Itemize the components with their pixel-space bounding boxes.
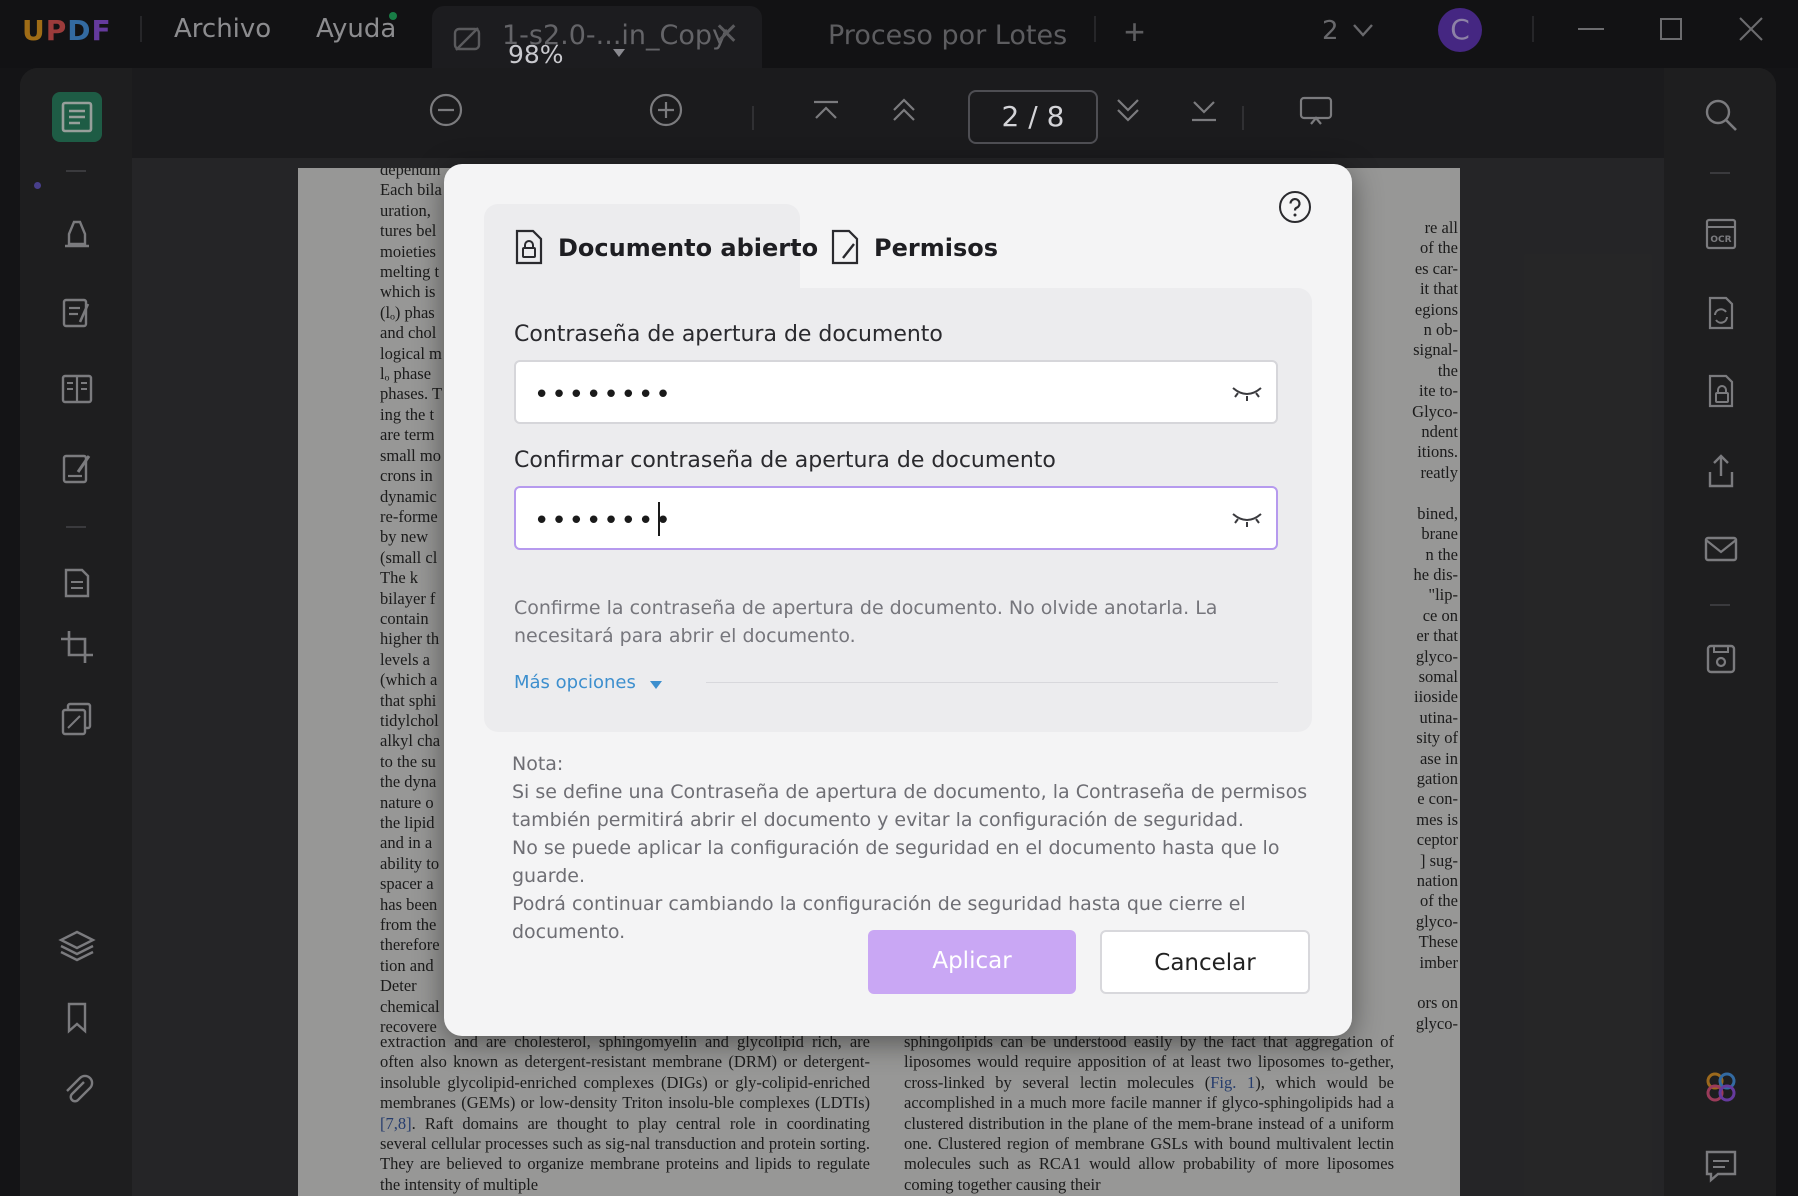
more-options-divider [706,682,1278,683]
eye-closed-icon[interactable] [1230,508,1264,530]
tab-open-document-label: Documento abierto [558,234,819,262]
more-options-link[interactable]: Más opciones [514,672,636,693]
lock-document-icon [515,229,543,265]
eye-closed-icon[interactable] [1230,382,1264,404]
modal-overlay: Documento abierto Permisos Contraseña de… [0,0,1798,1196]
zoom-dropdown-icon[interactable] [612,48,626,58]
password-hint: Confirme la contraseña de apertura de do… [514,597,1218,647]
open-document-panel: Contraseña de apertura de documento ••••… [484,288,1312,732]
apply-button[interactable]: Aplicar [868,930,1076,994]
open-password-label: Contraseña de apertura de documento [514,322,943,347]
triangle-down-icon[interactable] [650,680,662,690]
note-line: también permitirá abrir el documento y e… [512,809,1244,831]
note-line: No se puede aplicar la configuración de … [512,837,1280,887]
note-title: Nota: [512,753,564,775]
tab-open-document[interactable]: Documento abierto [484,204,818,292]
tab-permissions-label: Permisos [874,234,998,262]
page-indicator[interactable]: 2 / 8 [968,90,1098,144]
help-icon[interactable] [1278,190,1312,224]
tab-permissions[interactable]: Permisos [800,204,998,292]
confirm-password-input[interactable]: •••••••• [514,486,1278,550]
security-note: Nota: Si se define una Contraseña de ape… [512,750,1332,946]
open-password-value: •••••••• [534,380,673,410]
open-password-input[interactable]: •••••••• [514,360,1278,424]
permissions-document-icon [831,229,859,265]
confirm-password-label: Confirmar contraseña de apertura de docu… [514,448,1056,473]
cancel-button[interactable]: Cancelar [1100,930,1310,994]
confirm-password-value: •••••••• [534,506,673,536]
zoom-level[interactable]: 98% [508,40,564,69]
note-line: Si se define una Contraseña de apertura … [512,781,1308,803]
security-dialog: Documento abierto Permisos Contraseña de… [444,164,1352,1036]
text-caret [658,502,660,536]
